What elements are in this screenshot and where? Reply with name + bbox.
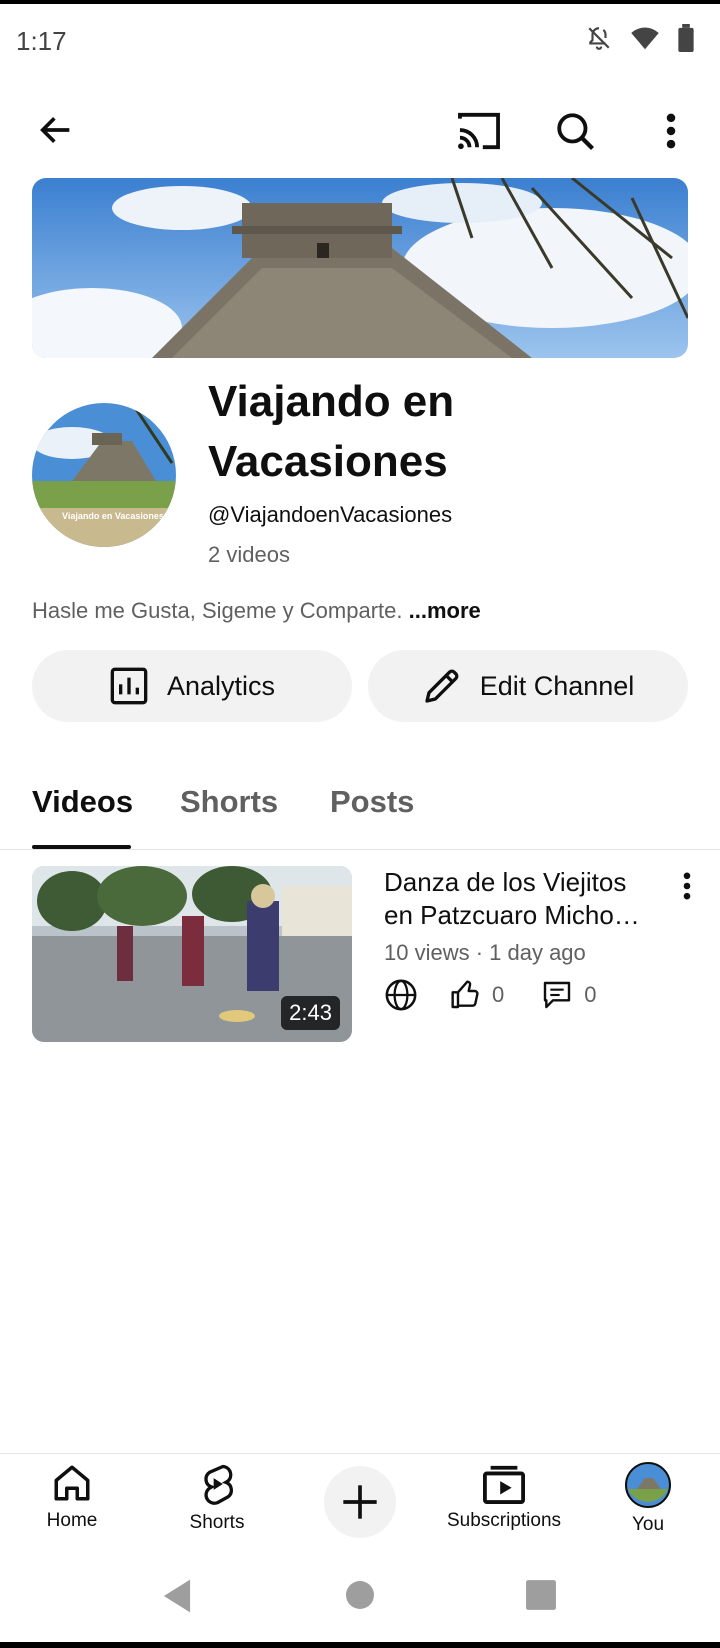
home-icon	[54, 1465, 90, 1501]
video-title[interactable]: Danza de los Viejitos en Patzcuaro Micho…	[384, 866, 654, 932]
nav-shorts[interactable]: Shorts	[172, 1462, 262, 1534]
like-count: 0	[492, 982, 505, 1007]
more-vert-icon	[683, 872, 691, 900]
video-stats: 0 0	[384, 978, 597, 1012]
cast-icon	[458, 112, 500, 150]
analytics-label: Analytics	[166, 670, 276, 701]
triangle-back-icon	[163, 1579, 191, 1613]
you-avatar-icon	[625, 1462, 671, 1508]
avatar-watermark: Viajando en Vacasiones	[62, 511, 164, 521]
comment-count: 0	[584, 982, 597, 1007]
video-count: 2 videos	[208, 542, 290, 567]
nav-home-label: Home	[46, 1510, 98, 1531]
video-more-button[interactable]	[672, 866, 702, 906]
shorts-icon	[204, 1464, 233, 1505]
system-back-button[interactable]	[160, 1578, 194, 1619]
bottom-edge	[0, 1642, 720, 1648]
tab-shorts[interactable]: Shorts	[180, 784, 278, 820]
tab-posts[interactable]: Posts	[330, 784, 414, 820]
analytics-button[interactable]: Analytics	[32, 650, 352, 722]
globe-icon	[385, 979, 417, 1011]
nav-subscriptions[interactable]: Subscriptions	[438, 1462, 570, 1532]
search-icon	[557, 113, 594, 150]
comment-icon	[544, 981, 571, 1009]
more-link[interactable]: ...more	[409, 598, 481, 623]
channel-handle: @ViajandoenVacasiones	[208, 502, 453, 527]
nav-shorts-label: Shorts	[189, 1512, 245, 1533]
cast-button[interactable]	[452, 104, 506, 158]
subscriptions-icon	[483, 1465, 525, 1504]
channel-banner	[32, 178, 688, 358]
back-button[interactable]	[30, 104, 82, 156]
nav-you-label: You	[631, 1514, 665, 1535]
system-home-button[interactable]	[345, 1578, 375, 1617]
search-button[interactable]	[548, 104, 602, 158]
pencil-icon	[425, 669, 459, 703]
battery-icon	[678, 24, 694, 52]
create-button[interactable]	[324, 1466, 396, 1538]
analytics-icon	[110, 667, 148, 705]
circle-home-icon	[346, 1581, 374, 1609]
plus-icon	[343, 1485, 377, 1519]
bottom-nav-divider	[0, 1453, 720, 1454]
more-options-button[interactable]	[646, 104, 696, 158]
system-recents-button[interactable]	[525, 1578, 557, 1617]
channel-name: Viajando en Vacasiones	[208, 377, 455, 486]
status-icons	[586, 24, 694, 52]
video-duration: 2:43	[281, 996, 340, 1030]
top-edge	[0, 0, 720, 4]
status-time: 1:17	[16, 26, 67, 56]
nav-you[interactable]: You	[618, 1462, 678, 1536]
more-vert-icon	[666, 113, 676, 149]
nav-subscriptions-label: Subscriptions	[446, 1510, 562, 1531]
channel-avatar[interactable]: Viajando en Vacasiones	[32, 403, 176, 547]
square-recents-icon	[526, 1580, 556, 1610]
channel-description[interactable]: Hasle me Gusta, Sigeme y Comparte. ...mo…	[32, 598, 481, 624]
thumbs-up-icon	[451, 980, 479, 1009]
edit-channel-button[interactable]: Edit Channel	[368, 650, 688, 722]
bell-off-icon	[588, 27, 610, 50]
tab-divider	[0, 849, 720, 850]
tab-videos[interactable]: Videos	[32, 784, 133, 820]
back-arrow-icon	[40, 117, 70, 143]
wifi-icon	[631, 27, 659, 50]
edit-channel-label: Edit Channel	[479, 670, 635, 701]
video-thumbnail[interactable]: 2:43	[32, 866, 352, 1042]
video-meta: 10 views · 1 day ago	[384, 940, 586, 965]
description-text: Hasle me Gusta, Sigeme y Comparte.	[32, 598, 403, 623]
nav-home[interactable]: Home	[28, 1462, 116, 1532]
